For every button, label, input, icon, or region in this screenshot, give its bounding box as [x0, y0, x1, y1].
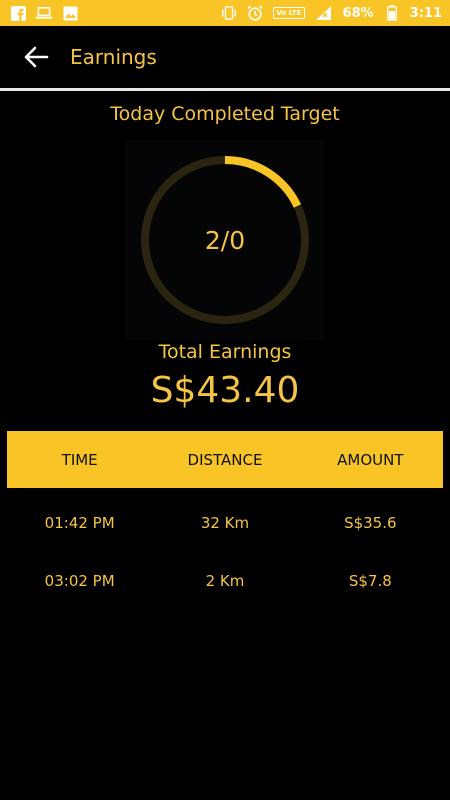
clock-time: 3:11	[409, 5, 442, 21]
battery-icon	[384, 5, 400, 21]
table-row[interactable]: 03:02 PM 2 Km S$7.8	[7, 552, 443, 610]
target-progress-ring: 2/0	[125, 140, 325, 340]
facebook-icon	[10, 5, 26, 21]
status-right: Vo LTE 68% 3:11	[221, 5, 442, 21]
status-bar: Vo LTE 68% 3:11	[0, 0, 450, 26]
status-left	[10, 5, 78, 21]
page-title: Earnings	[70, 45, 157, 69]
total-earnings-value: S$43.40	[150, 370, 300, 411]
signal-icon	[315, 5, 333, 21]
target-title: Today Completed Target	[110, 103, 340, 125]
header-divider	[0, 88, 450, 91]
earnings-table: 01:42 PM 32 Km S$35.6 03:02 PM 2 Km S$7.…	[7, 494, 443, 610]
row-amount: S$7.8	[348, 572, 392, 590]
alarm-icon	[247, 5, 263, 21]
laptop-icon	[36, 5, 52, 21]
total-earnings-label: Total Earnings	[158, 341, 292, 363]
app-bar: Earnings	[0, 26, 450, 88]
row-time: 03:02 PM	[44, 572, 115, 590]
row-distance: 2 Km	[205, 572, 245, 590]
table-header: TIME DISTANCE AMOUNT	[7, 431, 443, 488]
row-distance: 32 Km	[200, 514, 250, 532]
image-icon	[62, 5, 78, 21]
battery-percent: 68%	[342, 5, 374, 21]
column-header-time: TIME	[61, 450, 98, 469]
row-time: 01:42 PM	[44, 514, 115, 532]
vibrate-icon	[221, 5, 237, 21]
volte-badge: Vo LTE	[273, 7, 305, 19]
arrow-left-icon	[24, 46, 49, 68]
row-amount: S$35.6	[344, 514, 397, 532]
back-button[interactable]	[8, 26, 64, 88]
column-header-distance: DISTANCE	[187, 450, 263, 469]
column-header-amount: AMOUNT	[337, 450, 404, 469]
target-progress-label: 2/0	[204, 225, 246, 255]
table-row[interactable]: 01:42 PM 32 Km S$35.6	[7, 494, 443, 552]
